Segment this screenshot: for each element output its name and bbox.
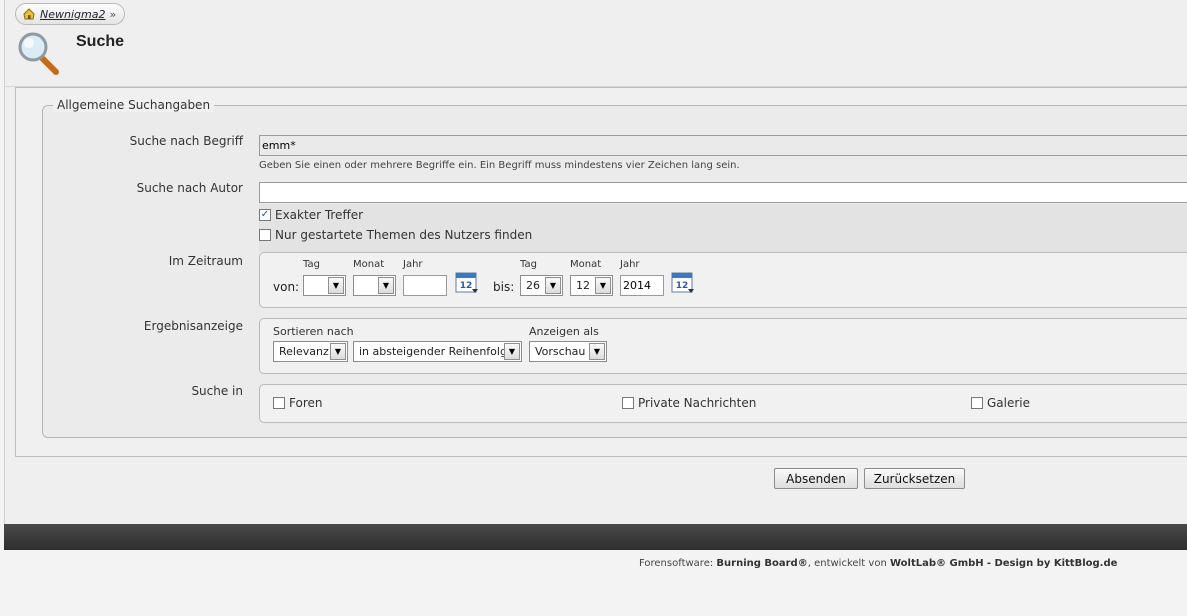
footer-prefix: Forensoftware: [639, 558, 714, 569]
chevron-down-icon: ▼ [330, 343, 346, 360]
page-title: Suche [76, 33, 125, 50]
author-label: Suche nach Autor [136, 181, 243, 195]
to-month-label: Monat [570, 259, 602, 270]
private-messages-label: Private Nachrichten [638, 396, 757, 410]
chevron-down-icon: ▼ [504, 343, 520, 360]
results-panel: Sortieren nach Anzeigen als Relevanz ▼ in… [259, 318, 1187, 374]
from-year-input[interactable] [403, 275, 447, 296]
footer-product-link[interactable]: Burning Board® [716, 558, 807, 569]
chevron-down-icon: ▼ [595, 277, 611, 294]
general-search-fieldset: Allgemeine Suchangaben Suche nach Begrif… [42, 98, 1187, 438]
home-icon [22, 7, 36, 21]
chevron-down-icon: ▼ [378, 277, 394, 294]
footer-company-link[interactable]: WoltLab® GmbH [890, 558, 984, 569]
chevron-down-icon: ▼ [589, 343, 605, 360]
svg-text:12: 12 [460, 281, 473, 291]
term-label: Suche nach Begriff [129, 134, 243, 148]
breadcrumb-separator: » [109, 7, 117, 21]
period-panel: Tag Monat Jahr von: ▼ ▼ 12 Tag Monat Jah… [259, 252, 1187, 308]
period-label: Im Zeitraum [168, 254, 243, 268]
from-day-select[interactable]: ▼ [303, 275, 346, 296]
footer-middle: , entwickelt von [807, 558, 887, 569]
breadcrumb: Newnigma2 » [15, 3, 126, 25]
forums-option[interactable]: Foren [273, 396, 322, 410]
sort-select[interactable]: Relevanz ▼ [273, 341, 348, 362]
order-select[interactable]: in absteigender Reihenfolge ▼ [353, 341, 522, 362]
from-month-select[interactable]: ▼ [353, 275, 396, 296]
to-year-label: Jahr [620, 259, 640, 270]
exact-match-option[interactable]: ✓ Exakter Treffer [259, 208, 363, 222]
term-hint: Geben Sie einen oder mehrere Begriffe ei… [259, 160, 740, 171]
breadcrumb-home-link[interactable]: Newnigma2 [40, 8, 105, 21]
forums-label: Foren [289, 396, 323, 410]
chevron-down-icon: ▼ [328, 277, 344, 294]
display-label: Anzeigen als [529, 325, 599, 338]
private-messages-checkbox[interactable] [622, 397, 634, 409]
gallery-checkbox[interactable] [971, 397, 983, 409]
from-day-label: Tag [303, 259, 320, 270]
results-label: Ergebnisanzeige [143, 319, 243, 333]
started-threads-checkbox[interactable] [259, 229, 271, 241]
display-select[interactable]: Vorschau ▼ [529, 341, 607, 362]
reset-button[interactable]: Zurücksetzen [864, 468, 965, 489]
search-author-input[interactable] [259, 182, 1187, 203]
search-in-label: Suche in [191, 384, 243, 398]
gallery-label: Galerie [987, 396, 1031, 410]
started-threads-label: Nur gestartete Themen des Nutzers finden [275, 228, 533, 242]
sort-label: Sortieren nach [273, 325, 354, 338]
to-month-select[interactable]: 12 ▼ [570, 275, 613, 296]
forums-checkbox[interactable] [273, 397, 285, 409]
calendar-icon[interactable]: 12 [671, 270, 695, 294]
from-year-label: Jahr [403, 259, 423, 270]
fieldset-legend: Allgemeine Suchangaben [53, 98, 215, 112]
footer-design-credit[interactable]: - Design by KittBlog.de [987, 558, 1118, 569]
magnifier-icon [16, 30, 62, 76]
chevron-down-icon: ▼ [545, 277, 561, 294]
exact-match-label: Exakter Treffer [275, 208, 364, 222]
search-term-input[interactable] [259, 135, 1187, 156]
to-year-input[interactable] [620, 275, 664, 296]
calendar-icon[interactable]: 12 [455, 270, 479, 294]
search-in-panel: Foren Private Nachrichten Galerie [259, 384, 1187, 423]
footer-credits: Forensoftware: Burning Board®, entwickel… [639, 558, 1117, 569]
started-threads-option[interactable]: Nur gestartete Themen des Nutzers finden [259, 228, 532, 242]
svg-text:12: 12 [676, 281, 689, 291]
search-form-container: Allgemeine Suchangaben Suche nach Begrif… [15, 87, 1187, 457]
to-day-label: Tag [520, 259, 537, 270]
exact-match-checkbox[interactable]: ✓ [259, 209, 271, 221]
submit-button[interactable]: Absenden [774, 468, 858, 489]
gallery-option[interactable]: Galerie [971, 396, 1030, 410]
to-day-select[interactable]: 26 ▼ [520, 275, 563, 296]
to-label: bis: [493, 280, 515, 294]
private-messages-option[interactable]: Private Nachrichten [622, 396, 756, 410]
footer-bar [4, 524, 1187, 550]
from-label: von: [273, 280, 300, 294]
from-month-label: Monat [353, 259, 385, 270]
